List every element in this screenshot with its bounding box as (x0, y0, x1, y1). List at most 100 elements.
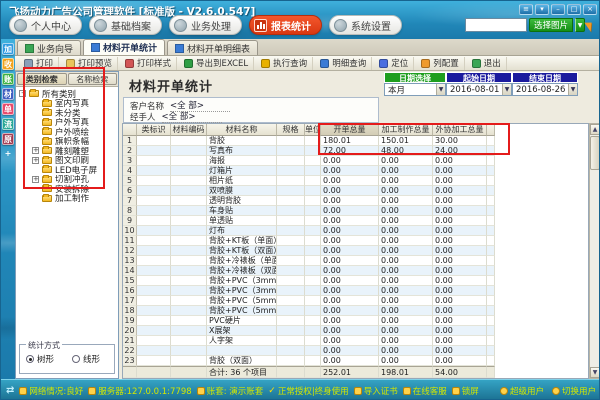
table-row[interactable]: 8车身贴0.000.000.00 (123, 206, 588, 216)
table-row[interactable]: 23背胶（双面）0.000.000.00 (123, 356, 588, 366)
tree-item-5[interactable]: 旗帜条幅 (19, 137, 118, 147)
quick-button-5[interactable]: 单 (2, 103, 14, 115)
quick-button-3[interactable]: 账 (2, 73, 14, 85)
table-row[interactable]: 9单透贴0.000.000.00 (123, 216, 588, 226)
tree-item-9[interactable]: +切割冲孔 (19, 175, 118, 185)
vertical-scrollbar[interactable]: ▲ ▼ (589, 123, 600, 379)
tree-item-3[interactable]: 户外写真 (19, 118, 118, 128)
table-row[interactable]: 10灯布0.000.000.00 (123, 226, 588, 236)
expand-icon[interactable]: + (32, 147, 39, 154)
status-item-import-certificate[interactable]: 导入证书 (354, 385, 398, 397)
column-header-8[interactable]: 外协加工总量 (433, 124, 487, 136)
nav-item-4[interactable]: 报表统计 (249, 15, 322, 35)
table-row[interactable]: 4灯箱片0.000.000.00 (123, 166, 588, 176)
table-row[interactable]: 13背胶+冷裱板（单面）0.000.000.00 (123, 256, 588, 266)
column-header-3[interactable]: 材料名称 (207, 124, 277, 136)
nav-item-1[interactable]: 个人中心 (9, 15, 82, 35)
tab-3[interactable]: 材料开单明细表 (167, 40, 258, 55)
maximize-icon[interactable]: □ (567, 4, 581, 15)
nav-item-5[interactable]: 系统设置 (329, 15, 402, 35)
column-header-5[interactable]: 单位 (305, 124, 321, 136)
toolbar-locate-button[interactable]: 定位 (374, 57, 414, 70)
column-header-1[interactable]: 类标识 (137, 124, 171, 136)
tree-item-6[interactable]: +雕刻雕塑 (19, 146, 118, 156)
close-icon[interactable]: × (583, 4, 597, 15)
tree-item-2[interactable]: 未分类 (19, 108, 118, 118)
status-item-license-check[interactable]: ✓正常授权|终身使用 (268, 385, 348, 397)
table-row[interactable]: 21人字架0.000.000.00 (123, 336, 588, 346)
expand-icon[interactable]: + (32, 176, 39, 183)
table-row[interactable]: 17背胶+PVC（5mm单0.000.000.00 (123, 296, 588, 306)
status-item-switch-user[interactable]: 切换用户 (552, 385, 596, 397)
tree-item-10[interactable]: 安装拆除 (19, 184, 118, 194)
tree-root[interactable]: -所有类别 (19, 89, 118, 99)
table-row[interactable]: 20X展架0.000.000.00 (123, 326, 588, 336)
select-image-dropdown-icon[interactable]: ▼ (575, 18, 585, 32)
quick-button-2[interactable]: 收 (2, 58, 14, 70)
table-row[interactable]: 3海报0.000.000.00 (123, 156, 588, 166)
tree-item-8[interactable]: LED电子屏 (19, 165, 118, 175)
table-row[interactable]: 7透明背胶0.000.000.00 (123, 196, 588, 206)
status-item-lock-screen[interactable]: 锁屏 (452, 385, 479, 397)
scroll-up-icon[interactable]: ▲ (590, 124, 600, 135)
table-row[interactable]: 6双喷膜0.000.000.00 (123, 186, 588, 196)
status-item-server[interactable]: 服务器:127.0.0.1:7798 (88, 385, 191, 397)
collapse-icon[interactable]: - (19, 90, 26, 97)
stats-mode-option-2[interactable]: 线形 (72, 353, 100, 365)
tree-item-4[interactable]: 户外喷绘 (19, 127, 118, 137)
status-item-super-user[interactable]: 超级用户 (500, 385, 544, 397)
chevron-down-icon[interactable]: ▼ (568, 84, 577, 95)
table-row[interactable]: 18背胶+PVC（5mm双0.000.000.00 (123, 306, 588, 316)
column-header-6[interactable]: 开单总量 (321, 124, 379, 136)
date-select-3[interactable]: 2016-08-26▼ (512, 83, 578, 96)
table-row[interactable]: 19PVC硬片0.000.000.00 (123, 316, 588, 326)
date-select-1[interactable]: 本月▼ (384, 83, 446, 96)
toolbar-run-query-button[interactable]: 执行查询 (256, 57, 313, 70)
column-header-7[interactable]: 加工制作总量 (379, 124, 433, 136)
table-row[interactable]: 12背胶+KT板（双面）0.000.000.00 (123, 246, 588, 256)
table-row[interactable]: 5相片纸0.000.000.00 (123, 176, 588, 186)
status-item-network-status[interactable]: 网络情况:良好 (19, 385, 83, 397)
tree-item-7[interactable]: +图文印刷 (19, 156, 118, 166)
quick-button-8[interactable]: + (2, 148, 14, 160)
quick-button-4[interactable]: 材 (2, 88, 14, 100)
column-header-2[interactable]: 材料编码 (171, 124, 207, 136)
radio-icon[interactable] (72, 355, 80, 363)
table-row[interactable]: 15背胶+PVC（3mm单0.000.000.00 (123, 276, 588, 286)
select-image-button[interactable]: 选择图片 (529, 18, 573, 32)
column-header-4[interactable]: 规格 (277, 124, 305, 136)
toolbar-exit-button[interactable]: 退出 (467, 57, 507, 70)
table-row[interactable]: 16背胶+PVC（3mm双0.000.000.00 (123, 286, 588, 296)
window-dropdown-icon[interactable]: ▾ (535, 4, 549, 15)
nav-item-2[interactable]: 基础档案 (89, 15, 162, 35)
table-row[interactable]: 1背胶180.01150.0130.00 (123, 136, 588, 146)
sidebar-tab-2[interactable]: 名称检索 (68, 73, 118, 85)
expand-icon[interactable]: + (32, 157, 39, 164)
toolbar-print-style-button[interactable]: 打印样式 (120, 57, 177, 70)
toolbar-column-config-button[interactable]: 列配置 (416, 57, 465, 70)
stats-mode-option-1[interactable]: 树形 (26, 353, 54, 365)
status-item-online-service[interactable]: 在线客服 (403, 385, 447, 397)
scroll-down-icon[interactable]: ▼ (590, 367, 600, 378)
date-select-2[interactable]: 2016-08-01▼ (446, 83, 512, 96)
toolbar-detail-query-button[interactable]: 明细查询 (315, 57, 372, 70)
chevron-down-icon[interactable]: ▼ (502, 84, 511, 95)
filter-value[interactable]: <全 部> (162, 110, 222, 123)
window-style-icon[interactable]: ≡ (519, 4, 533, 15)
tree-item-11[interactable]: 加工制作 (19, 194, 118, 204)
toolbar-print-preview-button[interactable]: 打印预览 (61, 57, 118, 70)
scroll-thumb[interactable] (590, 136, 600, 170)
minimize-icon[interactable]: – (551, 4, 565, 15)
table-row[interactable]: 220.000.000.00 (123, 346, 588, 356)
quick-button-6[interactable]: 流 (2, 118, 14, 130)
table-row[interactable]: 11背胶+KT板（单面）0.000.000.00 (123, 236, 588, 246)
status-item-account-set[interactable]: 账套: 演示账套 (197, 385, 264, 397)
chevron-down-icon[interactable]: ▼ (436, 84, 445, 95)
radio-selected-icon[interactable] (26, 355, 34, 363)
table-row[interactable]: 14背胶+冷裱板（双面）0.000.000.00 (123, 266, 588, 276)
column-header-blank[interactable] (487, 124, 495, 136)
nav-item-3[interactable]: 业务处理 (169, 15, 242, 35)
column-header-blank[interactable] (123, 124, 137, 136)
table-row[interactable]: 2写真布72.0048.0024.00 (123, 146, 588, 156)
image-search-input[interactable] (465, 18, 527, 32)
